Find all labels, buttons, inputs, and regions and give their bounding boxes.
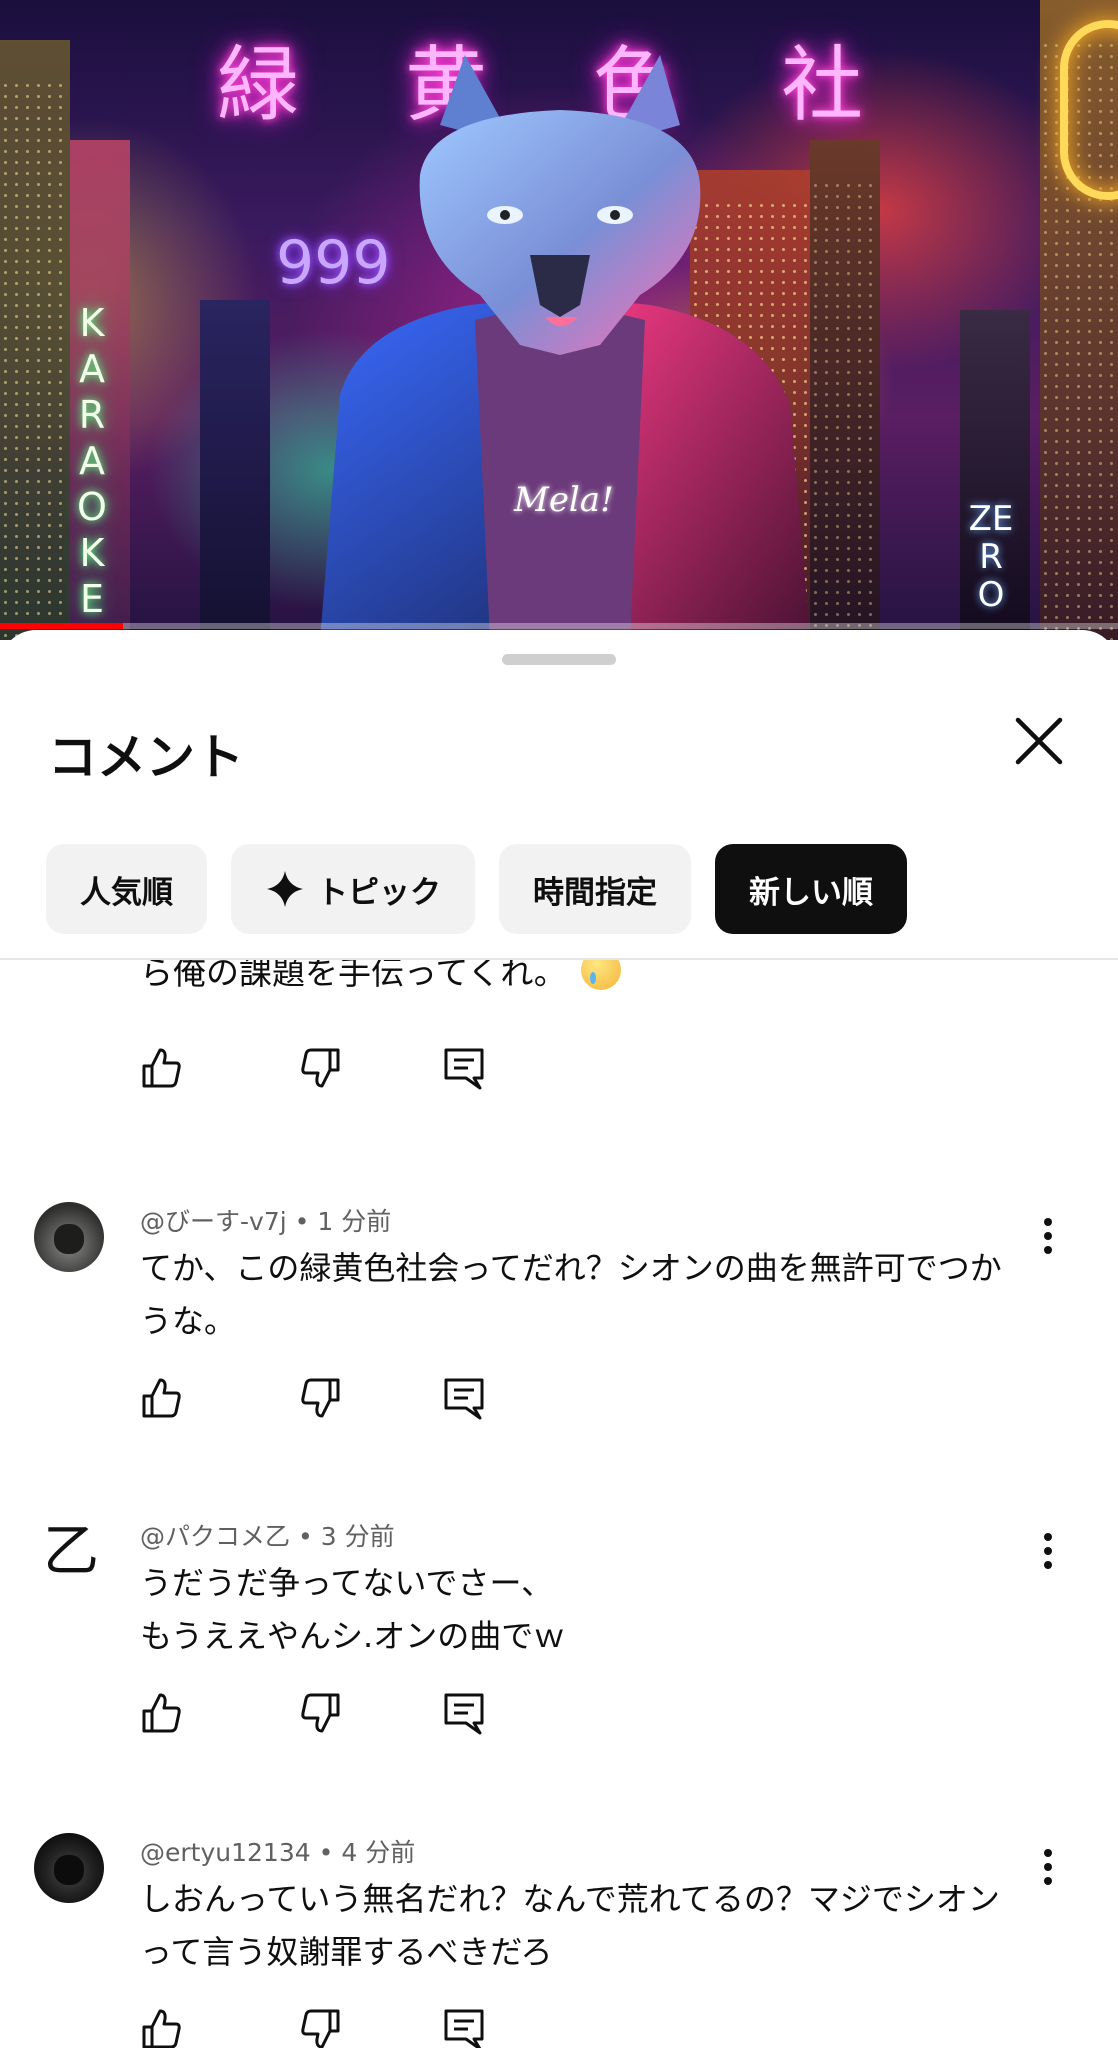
reply-icon[interactable] xyxy=(440,2005,488,2048)
video-progress-bar[interactable] xyxy=(0,623,1118,629)
comment-author[interactable]: @びーす-v7j xyxy=(140,1207,287,1236)
dislike-icon[interactable] xyxy=(296,1689,344,1737)
karaoke-sign-text: KARAOKE xyxy=(77,301,107,621)
video-progress-fill xyxy=(0,623,123,629)
comment-meta: @ertyu12134 • 4 分前 xyxy=(140,1833,415,1869)
chip-label: トピック xyxy=(317,874,441,911)
reply-icon[interactable] xyxy=(440,1689,488,1737)
reply-icon[interactable] xyxy=(440,1374,488,1422)
comment-author[interactable]: @パクコメ乙 xyxy=(140,1522,290,1551)
building-windows xyxy=(0,80,70,640)
comment-time: 1 分前 xyxy=(317,1207,392,1236)
comment-time: 4 分前 xyxy=(341,1838,416,1867)
neon-coin-sign xyxy=(1060,20,1118,200)
video-player[interactable]: 緑 黄 色 社 会 999 KARAOKE ZERO Mela! xyxy=(0,0,1118,640)
chip-label: 時間指定 xyxy=(533,874,657,911)
meta-separator: • xyxy=(294,1207,310,1236)
chip-newest[interactable]: 新しい順 xyxy=(715,844,907,934)
sheet-title: コメント xyxy=(48,729,245,786)
avatar-face xyxy=(54,1224,84,1254)
wolf-character-illustration xyxy=(320,55,810,640)
like-icon[interactable] xyxy=(138,1044,186,1092)
comment-meta: @パクコメ乙 • 3 分前 xyxy=(140,1517,395,1553)
comment-actions xyxy=(138,1374,488,1422)
comment-text-line: てか、この緑黄色社会ってだれ？シオンの曲を無許可でつか xyxy=(140,1249,1002,1287)
close-icon[interactable] xyxy=(1004,706,1074,776)
comment-text-line: うだうだ争ってないでさー、 xyxy=(140,1564,554,1602)
comment-body-partial: ら俺の課題を手伝ってくれ。 xyxy=(140,960,621,994)
chip-label: 新しい順 xyxy=(749,874,873,911)
sort-chips: 人気順 トピック 時間指定 新しい順 xyxy=(46,844,907,934)
comment-meta: @びーす-v7j • 1 分前 xyxy=(140,1202,391,1238)
like-icon[interactable] xyxy=(138,1374,186,1422)
shirt-text: Mela! xyxy=(514,480,614,520)
zero-sign: ZERO xyxy=(968,500,1014,614)
meta-separator: • xyxy=(318,1838,334,1867)
comment-body: しおんっていう無名だれ？なんで荒れてるの？マジでシオン って言う奴謝罪するべきだ… xyxy=(140,1873,1040,1979)
chip-popular[interactable]: 人気順 xyxy=(46,844,207,934)
sheet-drag-handle[interactable] xyxy=(502,654,616,665)
chip-topic[interactable]: トピック xyxy=(231,844,475,934)
zero-sign-text: ZERO xyxy=(968,499,1014,615)
chip-time[interactable]: 時間指定 xyxy=(499,844,691,934)
comment-body: てか、この緑黄色社会ってだれ？シオンの曲を無許可でつか うな。 xyxy=(140,1242,1040,1348)
karaoke-sign: KARAOKE xyxy=(72,300,112,622)
comments-sheet: コメント 人気順 トピック 時間指定 新しい順 ら俺の課題を手伝ってくれ。 @び… xyxy=(0,630,1118,2048)
comment-actions xyxy=(138,1689,488,1737)
dislike-icon[interactable] xyxy=(296,2005,344,2048)
comment-list[interactable]: ら俺の課題を手伝ってくれ。 @びーす-v7j•1 分前 てか、この緑黄色社会 xyxy=(0,960,1118,2048)
avatar[interactable]: 乙 xyxy=(36,1517,106,1587)
building xyxy=(200,300,270,640)
comment-time: 3 分前 xyxy=(320,1522,395,1551)
sparkle-icon xyxy=(267,871,303,907)
meta-separator: • xyxy=(298,1522,313,1551)
like-icon[interactable] xyxy=(138,2005,186,2048)
comment-text-line: って言う奴謝罪するべきだろ xyxy=(140,1933,553,1971)
comment-body: うだうだ争ってないでさー、 もうええやんシ.オンの曲でｗ xyxy=(140,1557,1040,1663)
chip-label: 人気順 xyxy=(80,874,173,911)
crying-face-emoji xyxy=(580,960,621,990)
avatar[interactable] xyxy=(34,1833,104,1903)
avatar-face xyxy=(54,1855,84,1885)
comment-text: ら俺の課題を手伝ってくれ。 xyxy=(140,960,567,992)
comment-text-line: うな。 xyxy=(140,1302,237,1340)
avatar[interactable] xyxy=(34,1202,104,1272)
comment-author[interactable]: @ertyu12134 xyxy=(140,1838,311,1867)
comment-text-line: もうええやんシ.オンの曲でｗ xyxy=(140,1617,566,1655)
dislike-icon[interactable] xyxy=(296,1044,344,1092)
reply-icon[interactable] xyxy=(440,1044,488,1092)
dislike-icon[interactable] xyxy=(296,1374,344,1422)
comment-actions xyxy=(138,2005,488,2048)
like-icon[interactable] xyxy=(138,1689,186,1737)
comment-text-line: しおんっていう無名だれ？なんで荒れてるの？マジでシオン xyxy=(140,1880,1000,1918)
comment-actions xyxy=(138,1044,488,1092)
